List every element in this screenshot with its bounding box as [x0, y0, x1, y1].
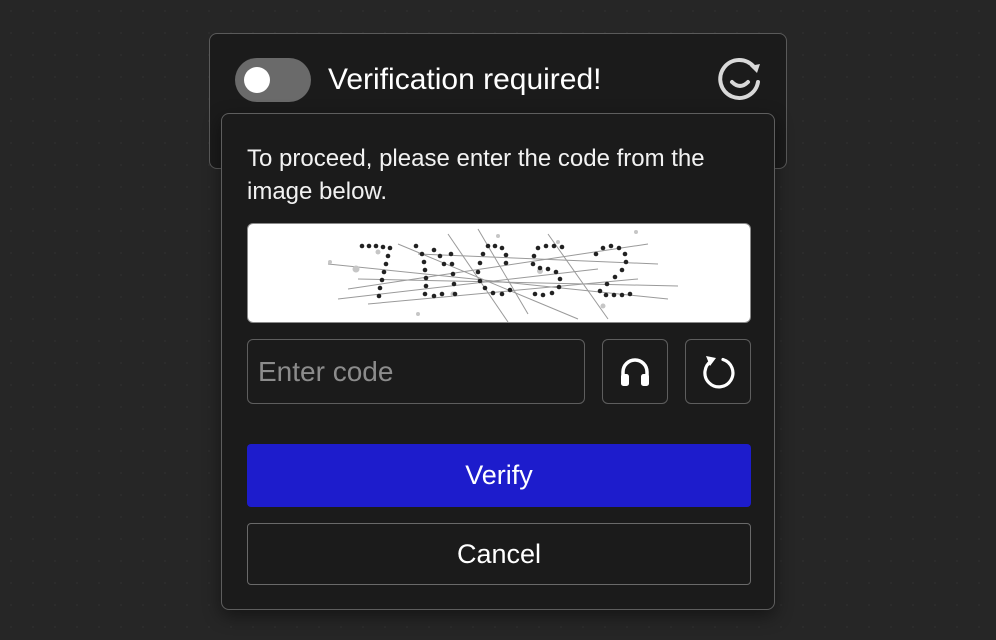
- verification-toggle[interactable]: [235, 58, 311, 133]
- headphones-icon: [621, 357, 649, 386]
- toggle-knob: [244, 67, 270, 93]
- instruction-text: To proceed, please enter the code from t…: [247, 145, 705, 205]
- captcha-image: [247, 223, 751, 323]
- verify-button[interactable]: Verify: [247, 444, 751, 507]
- code-input[interactable]: [247, 339, 585, 404]
- banner-title: Verification required!: [328, 63, 602, 96]
- reload-icon: [703, 355, 735, 388]
- audio-challenge-button[interactable]: [602, 339, 668, 404]
- captcha-noise-graphic: [327, 228, 679, 322]
- refresh-smile-icon: [718, 57, 760, 100]
- captcha-panel: To proceed, please enter the code from t…: [221, 113, 775, 610]
- reload-captcha-button[interactable]: [685, 339, 751, 404]
- cancel-button[interactable]: Cancel: [247, 523, 751, 585]
